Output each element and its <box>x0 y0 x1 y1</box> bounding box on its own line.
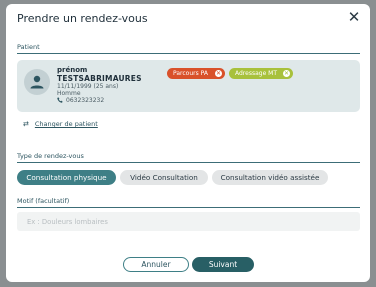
avatar <box>24 69 50 95</box>
option-video-consultation[interactable]: Vidéo Consultation <box>120 170 208 185</box>
motif-section-label: Motif (facultatif) <box>17 197 70 205</box>
remove-badge-icon[interactable]: ✕ <box>283 70 290 77</box>
change-patient-label: Changer de patient <box>34 120 98 128</box>
swap-icon: ⇄ <box>23 120 29 128</box>
cancel-button[interactable]: Annuler <box>123 257 189 272</box>
patient-section-label: Patient <box>17 43 40 51</box>
badge-label: Parcours PA <box>173 70 208 77</box>
patient-firstname: prénom <box>57 66 88 74</box>
change-patient-link[interactable]: ⇄ Changer de patient <box>23 120 98 128</box>
patient-phone-number: 0632323232 <box>66 97 105 104</box>
patient-section-divider <box>17 53 360 54</box>
option-consultation-video-assistee[interactable]: Consultation vidéo assistée <box>212 170 328 185</box>
remove-badge-icon[interactable]: ✕ <box>215 70 222 77</box>
person-icon <box>30 75 44 89</box>
patient-lastname: TESTSABRIMAURES <box>57 74 142 83</box>
patient-phone: 0632323232 <box>57 97 104 104</box>
badge-parcours-pa: Parcours PA ✕ <box>167 68 225 79</box>
badge-adressage-mt: Adressage MT ✕ <box>229 68 293 79</box>
appointment-modal: Prendre un rendez-vous ✕ Patient prénom … <box>6 4 370 282</box>
type-section-label: Type de rendez-vous <box>17 152 84 160</box>
badge-label: Adressage MT <box>235 70 278 77</box>
phone-icon <box>57 97 63 103</box>
patient-dob: 11/11/1999 (25 ans) <box>57 83 119 90</box>
patient-sex: Homme <box>57 90 81 97</box>
option-consultation-physique[interactable]: Consultation physique <box>17 170 116 185</box>
close-icon[interactable]: ✕ <box>347 10 361 25</box>
patient-card: prénom TESTSABRIMAURES 11/11/1999 (25 an… <box>17 60 360 112</box>
next-button[interactable]: Suivant <box>192 257 254 272</box>
motif-section-divider <box>17 207 360 208</box>
type-section-divider <box>17 162 360 163</box>
motif-input[interactable] <box>17 212 360 231</box>
modal-title: Prendre un rendez-vous <box>17 12 148 25</box>
